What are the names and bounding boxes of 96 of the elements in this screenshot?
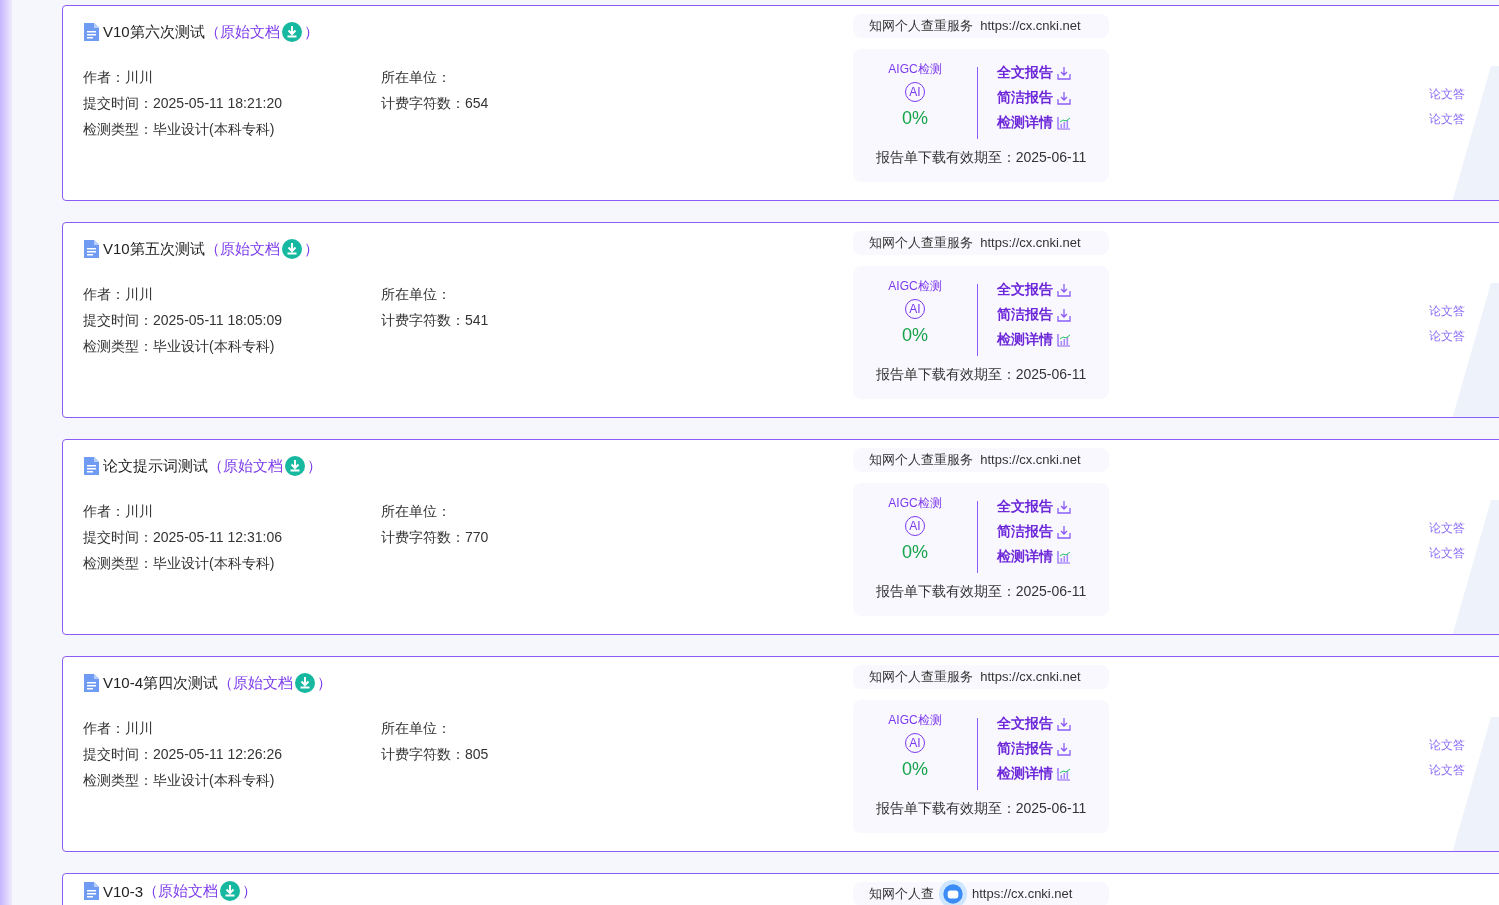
- download-icon[interactable]: [1057, 716, 1071, 731]
- assistant-icon[interactable]: [938, 879, 968, 905]
- service-banner: 知网个人查重服务 https://cx.cnki.net: [853, 448, 1109, 472]
- info-field: 计费字符数：654: [381, 90, 679, 116]
- score: 0%: [902, 108, 928, 129]
- download-icon[interactable]: [1057, 307, 1071, 322]
- expiry-text: 报告单下载有效期至：2025-06-11: [874, 366, 1088, 384]
- info-field: 所在单位：: [381, 498, 679, 524]
- download-icon[interactable]: [1057, 65, 1071, 80]
- record-title: V10第五次测试: [103, 239, 205, 259]
- info-field: 检测类型：毕业设计(本科专科): [83, 550, 381, 576]
- info-field: 计费字符数：770: [381, 524, 679, 550]
- download-icon[interactable]: [1057, 90, 1071, 105]
- document-icon: [83, 22, 100, 42]
- download-icon[interactable]: [1057, 499, 1071, 514]
- info-field: 检测类型：毕业设计(本科专科): [83, 767, 381, 793]
- service-banner: 知网个人查重服务 https://cx.cnki.net: [853, 231, 1109, 255]
- chart-icon[interactable]: [1057, 115, 1071, 130]
- service-url: https://cx.cnki.net: [972, 885, 1073, 903]
- info-field: 作者：川川: [83, 281, 381, 307]
- original-document-link[interactable]: （原始文档: [218, 673, 294, 693]
- report-link[interactable]: 检测详情: [997, 547, 1053, 566]
- download-icon[interactable]: [1057, 741, 1071, 756]
- document-icon: [83, 239, 100, 259]
- download-icon[interactable]: [281, 22, 302, 42]
- download-icon[interactable]: [295, 673, 316, 693]
- info-field: 所在单位：: [381, 281, 679, 307]
- record-title: 论文提示词测试: [103, 456, 208, 476]
- expiry-text: 报告单下载有效期至：2025-06-11: [874, 800, 1088, 818]
- report-link[interactable]: 检测详情: [997, 113, 1053, 132]
- report-link[interactable]: 全文报告: [997, 714, 1053, 733]
- report-link[interactable]: 简洁报告: [997, 522, 1053, 541]
- original-document-link[interactable]: （原始文档: [143, 881, 219, 901]
- record-title: V10-4第四次测试: [103, 673, 219, 693]
- report-link[interactable]: 检测详情: [997, 330, 1053, 349]
- info-field: 作者：川川: [83, 64, 381, 90]
- document-icon: [83, 456, 100, 476]
- service-banner: 知网个人查重服务 https://cx.cnki.net: [853, 14, 1109, 38]
- original-document-link[interactable]: （原始文档: [208, 456, 283, 476]
- info-field: 检测类型：毕业设计(本科专科): [83, 333, 381, 359]
- chart-icon[interactable]: [1057, 766, 1071, 781]
- record-title: V10第六次测试: [103, 22, 205, 42]
- info-field: 作者：川川: [83, 498, 381, 524]
- defense-link[interactable]: 论文答: [1429, 303, 1465, 320]
- aigc-label: AIGC检测: [888, 61, 942, 78]
- score: 0%: [902, 542, 928, 563]
- chart-icon[interactable]: [1057, 549, 1071, 564]
- service-text: 知网个人查: [869, 885, 934, 903]
- defense-link[interactable]: 论文答: [1429, 328, 1465, 345]
- chart-icon[interactable]: [1057, 332, 1071, 347]
- defense-link[interactable]: 论文答: [1429, 520, 1465, 537]
- info-field: 所在单位：: [381, 64, 679, 90]
- original-document-link[interactable]: （原始文档: [204, 239, 280, 259]
- record-title: V10-3: [103, 882, 144, 900]
- original-document-link[interactable]: （原始文档: [204, 22, 280, 42]
- report-link[interactable]: 检测详情: [997, 764, 1053, 783]
- defense-link[interactable]: 论文答: [1429, 545, 1465, 562]
- download-icon[interactable]: [1057, 282, 1071, 297]
- download-icon[interactable]: [281, 239, 302, 259]
- expiry-text: 报告单下载有效期至：2025-06-11: [874, 583, 1088, 601]
- closing-parenthesis: ）: [303, 239, 319, 259]
- info-field: 提交时间：2025-05-11 12:31:06: [83, 524, 381, 550]
- download-icon[interactable]: [285, 456, 305, 476]
- closing-parenthesis: ）: [303, 22, 319, 42]
- info-field: 提交时间：2025-05-11 18:21:20: [83, 90, 381, 116]
- closing-parenthesis: ）: [307, 456, 322, 476]
- report-link[interactable]: 简洁报告: [997, 88, 1053, 107]
- report-link[interactable]: 全文报告: [997, 280, 1053, 299]
- score: 0%: [902, 759, 928, 780]
- report-link[interactable]: 全文报告: [997, 497, 1053, 516]
- document-icon: [83, 673, 100, 693]
- download-icon[interactable]: [1057, 524, 1071, 539]
- report-link[interactable]: 全文报告: [997, 63, 1053, 82]
- defense-link[interactable]: 论文答: [1429, 762, 1465, 779]
- info-field: 提交时间：2025-05-11 12:26:26: [83, 741, 381, 767]
- defense-link[interactable]: 论文答: [1429, 737, 1465, 754]
- score: 0%: [902, 325, 928, 346]
- info-field: 作者：川川: [83, 715, 381, 741]
- info-field: 计费字符数：805: [381, 741, 679, 767]
- expiry-text: 报告单下载有效期至：2025-06-11: [874, 149, 1088, 167]
- closing-parenthesis: ）: [317, 673, 333, 693]
- defense-link[interactable]: 论文答: [1429, 111, 1465, 128]
- info-field: 检测类型：毕业设计(本科专科): [83, 116, 381, 142]
- document-icon: [83, 881, 100, 901]
- download-icon[interactable]: [220, 881, 241, 901]
- report-link[interactable]: 简洁报告: [997, 739, 1053, 758]
- aigc-label: AIGC检测: [888, 712, 942, 729]
- aigc-label: AIGC检测: [888, 278, 942, 295]
- info-field: 所在单位：: [381, 715, 679, 741]
- service-banner: 知网个人查重服务 https://cx.cnki.net: [853, 665, 1109, 689]
- closing-parenthesis: ）: [242, 881, 258, 901]
- info-field: 计费字符数：541: [381, 307, 679, 333]
- defense-link[interactable]: 论文答: [1429, 86, 1465, 103]
- aigc-label: AIGC检测: [888, 495, 942, 512]
- info-field: 提交时间：2025-05-11 18:05:09: [83, 307, 381, 333]
- report-link[interactable]: 简洁报告: [997, 305, 1053, 324]
